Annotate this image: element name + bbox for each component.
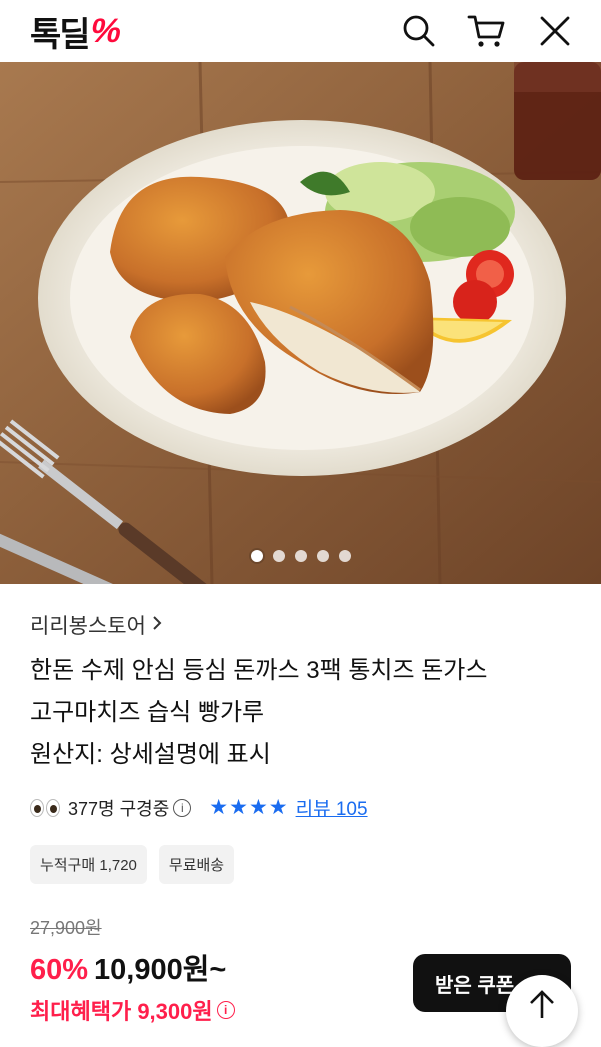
review-link[interactable]: 리뷰 105 (296, 794, 368, 821)
star-icon: ★ (268, 796, 288, 819)
badge-list: 누적구매 1,720 무료배송 (30, 845, 580, 884)
search-icon[interactable] (399, 11, 439, 51)
scroll-to-top-button[interactable] (506, 975, 578, 1047)
star-icon: ★ (248, 796, 268, 819)
header-actions (399, 11, 575, 51)
badge-free-shipping: 무료배송 (158, 845, 235, 884)
top-header: 톡딜% (0, 0, 601, 62)
social-proof: 377명 구경중 i ★ ★ ★ ★ 리뷰 105 (30, 794, 580, 821)
original-price: 27,900원 (30, 918, 102, 938)
product-photo (0, 62, 601, 584)
star-icon: ★ (229, 796, 248, 819)
viewer-count: 377명 구경중 (68, 798, 170, 819)
carousel-indicator (0, 550, 601, 562)
carousel-dot[interactable] (338, 550, 351, 562)
carousel-dot[interactable] (294, 550, 307, 562)
logo-text: 톡딜 (30, 15, 91, 54)
rating-stars: ★ ★ ★ ★ (209, 795, 287, 820)
carousel-dot[interactable] (316, 550, 329, 562)
store-name: 리리봉스토어 (30, 615, 146, 638)
carousel-dot[interactable] (250, 550, 263, 562)
logo-mark: % (86, 11, 123, 50)
close-icon[interactable] (535, 11, 575, 51)
best-price-text: 최대혜택가 9,300원 (30, 999, 213, 1024)
cart-icon[interactable] (467, 11, 507, 51)
star-icon: ★ (209, 796, 229, 819)
product-image-carousel[interactable] (0, 62, 601, 584)
product-title: 한돈 수제 안심 등심 돈까스 3팩 통치즈 돈가스 고구마치즈 습식 빵가루 … (30, 657, 488, 768)
info-icon[interactable]: i (173, 798, 192, 817)
carousel-dot[interactable] (272, 550, 285, 562)
discount-rate: 60% (30, 954, 89, 986)
sale-price: 10,900원~ (94, 954, 227, 986)
badge-cumulative-purchase: 누적구매 1,720 (30, 845, 147, 884)
store-link[interactable]: 리리봉스토어 (30, 610, 580, 640)
logo[interactable]: 톡딜% (30, 7, 123, 56)
eyes-icon (30, 798, 60, 817)
info-icon[interactable]: i (216, 1001, 235, 1019)
arrow-up-icon (530, 990, 554, 1018)
chevron-right-icon (152, 613, 162, 637)
